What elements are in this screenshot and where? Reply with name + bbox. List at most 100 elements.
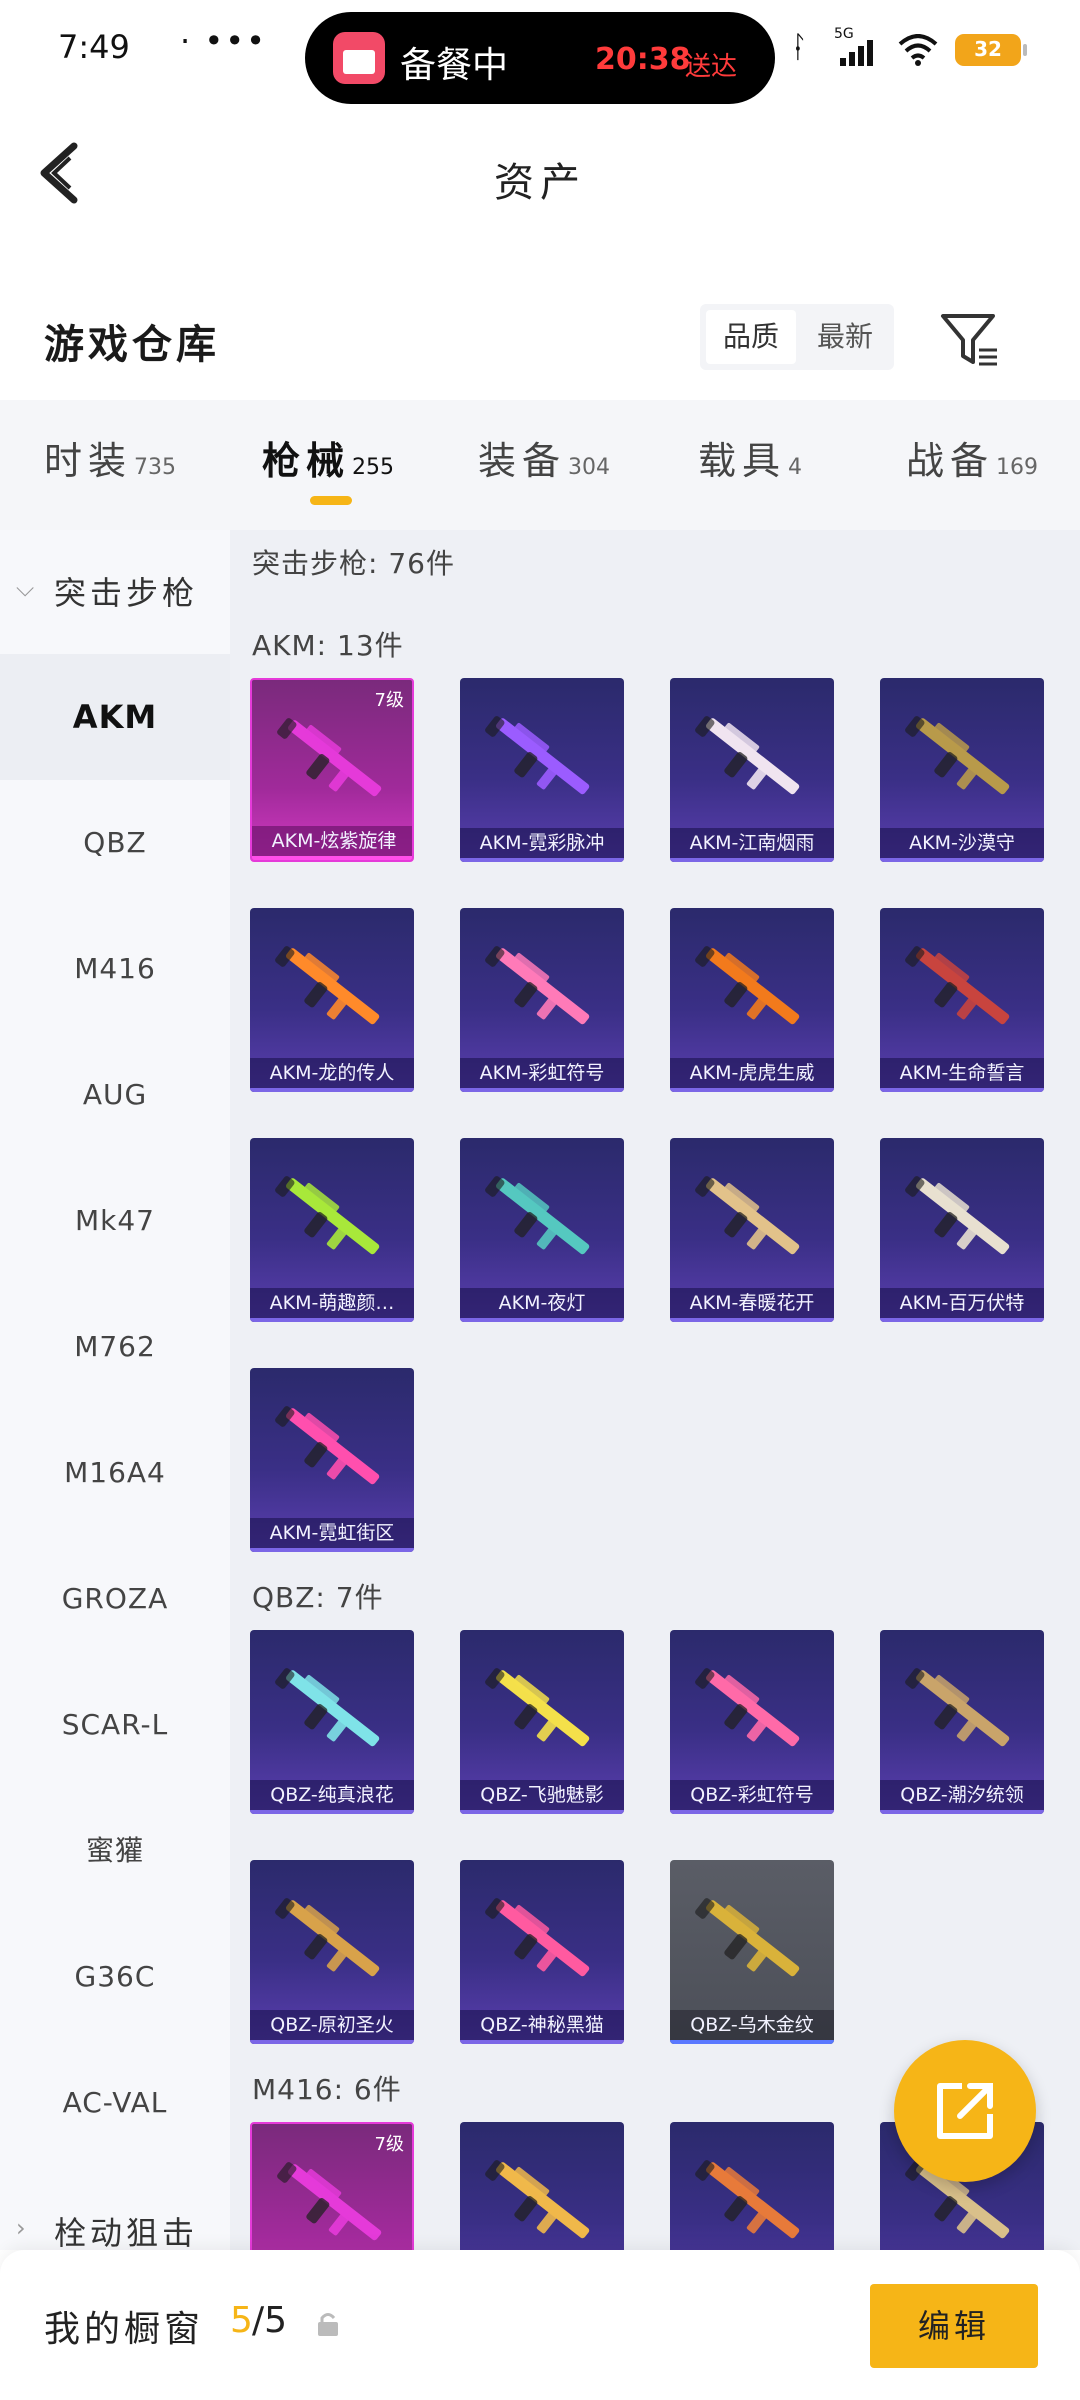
weapon-card[interactable]: 7级 AKM-炫紫旋律 [250, 678, 414, 862]
share-icon [937, 2083, 993, 2139]
sidebar-item[interactable]: QBZ [0, 780, 230, 906]
island-status-text: 备餐中 [400, 45, 509, 86]
tab-2[interactable]: 装备304 [478, 430, 610, 500]
weapon-icon [695, 716, 800, 795]
weapon-card[interactable]: QBZ-纯真浪花 [250, 1630, 414, 1814]
weapon-icon [275, 1176, 380, 1255]
tab-0[interactable]: 时装735 [44, 430, 176, 500]
category-header-assault-rifle[interactable]: ⌵ 突击步枪 [0, 530, 230, 650]
category-summary: 突击步枪: 76件 [252, 547, 455, 580]
weapon-card[interactable] [670, 2122, 834, 2250]
weapon-card[interactable]: QBZ-彩虹符号 [670, 1630, 834, 1814]
weapon-card[interactable]: AKM-沙漠守 [880, 678, 1044, 862]
weapon-icon [277, 2162, 382, 2241]
card-name: AKM-生命誓言 [880, 1058, 1044, 1092]
tab-1[interactable]: 枪械255 [262, 430, 394, 500]
sidebar-item[interactable]: 蜜獾 [0, 1788, 230, 1914]
weapon-card[interactable]: AKM-萌趣颜… [250, 1138, 414, 1322]
weapon-card[interactable]: AKM-霓彩脉冲 [460, 678, 624, 862]
tab-label: 时装 [44, 439, 133, 483]
sort-quality-button[interactable]: 品质 [706, 310, 796, 364]
card-name: AKM-沙漠守 [880, 828, 1044, 862]
card-level: 7级 [374, 690, 404, 711]
weapon-icon [905, 1176, 1010, 1255]
sidebar-item[interactable]: AUG [0, 1032, 230, 1158]
island-eta-suffix: 送达 [685, 52, 738, 82]
island-eta-time: 20:38 [595, 42, 691, 77]
weapon-sidebar: ⌵ 突击步枪 AKM QBZ M416 AUG Mk47 M762 M16A4 GROZA SC… [0, 530, 230, 2250]
filter-icon[interactable] [935, 304, 1005, 374]
weapon-icon [485, 716, 590, 795]
weapon-icon [275, 1898, 380, 1977]
weapon-card[interactable]: QBZ-飞驰魅影 [460, 1630, 624, 1814]
card-name: QBZ-神秘黑猫 [460, 2010, 624, 2044]
tab-count: 304 [568, 455, 611, 480]
section-title: 游戏仓库 [44, 322, 220, 368]
sort-toggle: 品质 最新 [700, 304, 894, 370]
tab-3[interactable]: 载具4 [698, 430, 802, 500]
wifi-icon [898, 34, 938, 66]
card-name: QBZ-乌木金纹 [670, 2010, 834, 2044]
tab-label: 载具 [698, 439, 787, 483]
group-title: QBZ: 7件 [252, 1581, 384, 1614]
battery-icon: 32 [955, 34, 1027, 66]
weapon-card[interactable]: QBZ-乌木金纹 [670, 1860, 834, 2044]
sidebar-item[interactable]: AC-VAL [0, 2040, 230, 2166]
sidebar-item[interactable]: AKM [0, 654, 230, 780]
weapon-card[interactable]: AKM-虎虎生威 [670, 908, 834, 1092]
dynamic-island[interactable]: 备餐中 20:38 送达 [305, 12, 775, 104]
weapon-card[interactable]: AKM-春暖花开 [670, 1138, 834, 1322]
weapon-card[interactable]: AKM-夜灯 [460, 1138, 624, 1322]
edit-button[interactable]: 编辑 [870, 2284, 1038, 2368]
weapon-card[interactable]: 7级 [250, 2122, 414, 2250]
weapon-card[interactable]: QBZ-神秘黑猫 [460, 1860, 624, 2044]
sidebar-item[interactable]: M416 [0, 906, 230, 1032]
status-icons: ᛛ 5G 32 [790, 26, 1060, 70]
weapon-card[interactable]: AKM-生命誓言 [880, 908, 1044, 1092]
category-tabs: 时装735 枪械255 装备304 载具4 战备169 [0, 400, 1080, 530]
weapon-card[interactable] [460, 2122, 624, 2250]
card-name: AKM-炫紫旋律 [252, 826, 412, 860]
bluetooth-icon: ᛛ [790, 30, 808, 65]
sidebar-item[interactable]: Mk47 [0, 1158, 230, 1284]
weapon-icon [485, 2160, 590, 2239]
share-button[interactable] [894, 2040, 1036, 2182]
category-header-bolt-sniper[interactable]: › 栓动狙击 [0, 2170, 230, 2250]
weapon-icon [695, 1176, 800, 1255]
group-title: AKM: 13件 [252, 629, 404, 662]
card-name: QBZ-彩虹符号 [670, 1780, 834, 1814]
nav-bar: 资产 [0, 120, 1080, 230]
tab-4[interactable]: 战备169 [906, 430, 1038, 500]
card-name: AKM-龙的传人 [250, 1058, 414, 1092]
tab-count: 4 [788, 455, 803, 480]
tab-count: 735 [134, 455, 177, 480]
card-name: AKM-彩虹符号 [460, 1058, 624, 1092]
card-name: AKM-夜灯 [460, 1288, 624, 1322]
card-name: AKM-萌趣颜… [250, 1288, 414, 1322]
weapon-card[interactable]: QBZ-潮汐统领 [880, 1630, 1044, 1814]
weapon-icon [485, 946, 590, 1025]
weapon-card[interactable]: AKM-百万伏特 [880, 1138, 1044, 1322]
showcase-bar: 我的橱窗 5 /5 编辑 [0, 2250, 1080, 2400]
weapon-card[interactable]: AKM-江南烟雨 [670, 678, 834, 862]
card-name: QBZ-飞驰魅影 [460, 1780, 624, 1814]
sort-newest-button[interactable]: 最新 [800, 310, 890, 364]
sidebar-item[interactable]: GROZA [0, 1536, 230, 1662]
sidebar-item[interactable]: M762 [0, 1284, 230, 1410]
sidebar-item[interactable]: M16A4 [0, 1410, 230, 1536]
warehouse-header: 游戏仓库 品质 最新 [0, 290, 1080, 400]
weapon-icon [277, 718, 382, 797]
category-label: 栓动狙击 [54, 2214, 199, 2250]
weapon-icon [275, 1668, 380, 1747]
sidebar-item[interactable]: G36C [0, 1914, 230, 2040]
weapon-card[interactable]: AKM-霓虹街区 [250, 1368, 414, 1552]
lock-icon [318, 2313, 338, 2336]
weapon-card[interactable]: AKM-龙的传人 [250, 908, 414, 1092]
weapon-icon [485, 1668, 590, 1747]
showcase-used-count: 5 [230, 2300, 253, 2341]
weapon-icon [905, 1668, 1010, 1747]
tab-label: 战备 [906, 439, 995, 483]
weapon-card[interactable]: QBZ-原初圣火 [250, 1860, 414, 2044]
sidebar-item[interactable]: SCAR-L [0, 1662, 230, 1788]
weapon-card[interactable]: AKM-彩虹符号 [460, 908, 624, 1092]
